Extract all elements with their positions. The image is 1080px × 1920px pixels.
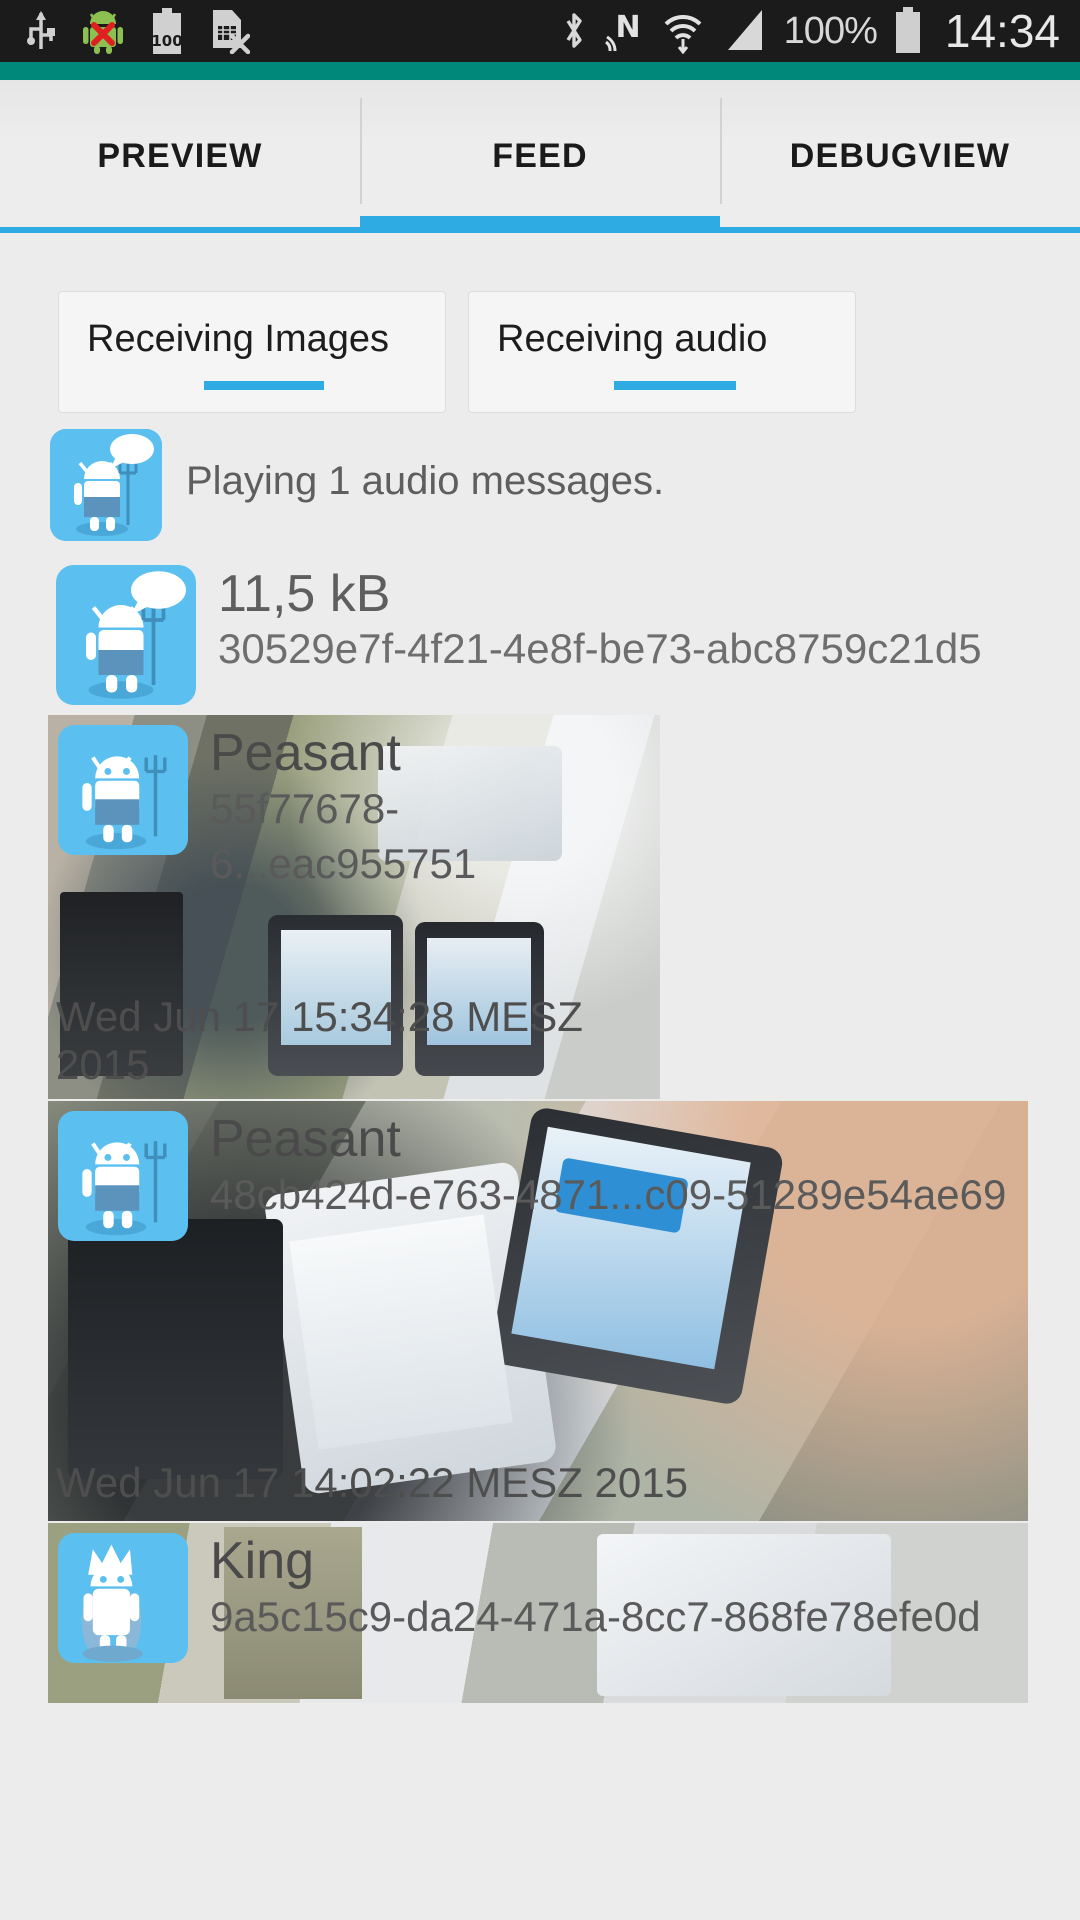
cell-signal-icon — [722, 8, 768, 54]
photo-timestamp: Wed Jun 17 14:02:22 MESZ 2015 — [56, 1459, 688, 1506]
status-card-receiving-images[interactable]: Receiving Images — [58, 291, 446, 413]
status-card-label: Receiving audio — [497, 318, 768, 360]
list-item[interactable]: 11,5 kB 30529e7f-4f21-4e8f-be73-abc8759c… — [0, 541, 1080, 705]
feed-content[interactable]: Receiving Images Receiving audio Playing… — [0, 233, 1080, 1920]
list-item[interactable]: Playing 1 audio messages. — [0, 413, 1080, 541]
battery-full-icon — [893, 7, 923, 55]
audio-uuid-label: 30529e7f-4f21-4e8f-be73-abc8759c21d5 — [218, 625, 982, 673]
battery-100-icon: 100 — [150, 8, 184, 54]
wifi-icon — [660, 8, 706, 54]
photo-timestamp: Wed Jun 17 15:34:28 MESZ 2015 — [56, 993, 583, 1088]
peasant-speech-avatar — [56, 565, 196, 705]
tab-selected-indicator — [360, 216, 720, 233]
sender-name: Peasant — [210, 724, 401, 782]
app-screen: 100 N 100% 14:34 PREVIEW FEED DEBUGVIEW … — [0, 0, 1080, 1920]
audio-size-label: 11,5 kB — [218, 565, 391, 623]
list-item[interactable]: Peasant 48cb424d-e763-4871...c09-51289e5… — [48, 1101, 1028, 1521]
accent-bar — [0, 62, 1080, 80]
svg-text:100: 100 — [151, 32, 182, 50]
nfc-icon: N — [604, 7, 644, 55]
battery-percent-label: 100% — [783, 9, 878, 52]
tab-preview[interactable]: PREVIEW — [0, 80, 360, 232]
usb-icon — [26, 9, 56, 53]
tab-feed[interactable]: FEED — [360, 80, 720, 232]
list-item[interactable]: Peasant 55f77678-6...eac955751 Wed Jun 1… — [48, 715, 660, 1099]
svg-text:N: N — [615, 10, 640, 45]
status-card-receiving-audio[interactable]: Receiving audio — [468, 291, 856, 413]
progress-bar — [614, 381, 736, 390]
message-uuid: 48cb424d-e763-4871...c09-51289e54ae69 — [210, 1171, 1007, 1219]
status-bar-right-icons: N 100% 14:34 — [560, 4, 1080, 58]
playing-notice-text: Playing 1 audio messages. — [186, 459, 665, 503]
tab-debugview[interactable]: DEBUGVIEW — [720, 80, 1080, 232]
sender-name: King — [210, 1532, 315, 1590]
photo-meta: Peasant 55f77678-6...eac955751 — [188, 724, 660, 891]
list-item[interactable]: King 9a5c15c9-da24-471a-8cc7-868fe78efe0… — [48, 1523, 1028, 1703]
tab-debugview-label: DEBUGVIEW — [789, 136, 1011, 175]
audio-message-meta: 11,5 kB 30529e7f-4f21-4e8f-be73-abc8759c… — [196, 565, 982, 676]
status-bar-left-icons: 100 — [0, 8, 250, 54]
message-uuid: 55f77678-6...eac955751 — [210, 785, 477, 887]
progress-bar — [204, 381, 324, 390]
photo-meta: King 9a5c15c9-da24-471a-8cc7-868fe78efe0… — [188, 1532, 981, 1645]
king-avatar — [58, 1533, 188, 1663]
photo-header: Peasant 48cb424d-e763-4871...c09-51289e5… — [48, 1101, 1028, 1241]
sender-name: Peasant — [210, 1110, 401, 1168]
photo-header: Peasant 55f77678-6...eac955751 — [48, 715, 660, 891]
tab-preview-label: PREVIEW — [97, 136, 263, 175]
feed-list: Playing 1 audio messages. 11,5 kB 30529e… — [0, 413, 1080, 1703]
photo-meta: Peasant 48cb424d-e763-4871...c09-51289e5… — [188, 1110, 1007, 1223]
status-card-row: Receiving Images Receiving audio — [0, 233, 1080, 413]
sim-card-error-icon — [210, 8, 250, 54]
tab-feed-label: FEED — [492, 136, 588, 175]
status-clock: 14:34 — [944, 5, 1060, 57]
peasant-speech-avatar — [50, 429, 162, 541]
message-uuid: 9a5c15c9-da24-471a-8cc7-868fe78efe0d — [210, 1593, 981, 1641]
status-card-label: Receiving Images — [87, 318, 390, 360]
android-error-icon — [82, 8, 124, 54]
photo-header: King 9a5c15c9-da24-471a-8cc7-868fe78efe0… — [48, 1523, 1028, 1663]
peasant-avatar — [58, 1111, 188, 1241]
tab-bar: PREVIEW FEED DEBUGVIEW — [0, 80, 1080, 232]
peasant-avatar — [58, 725, 188, 855]
bluetooth-icon — [560, 8, 588, 54]
status-bar: 100 N 100% 14:34 — [0, 0, 1080, 62]
